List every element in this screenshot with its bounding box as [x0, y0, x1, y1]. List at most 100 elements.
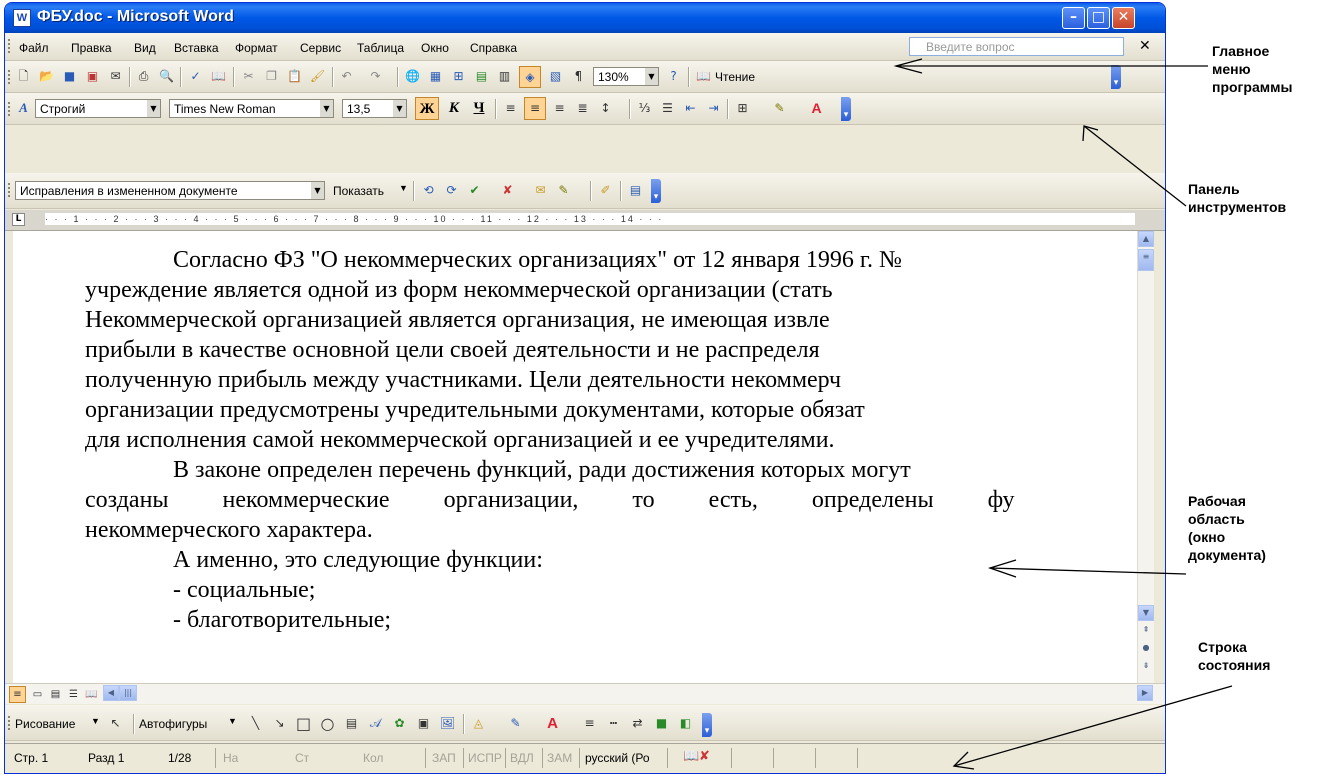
insert-excel-icon[interactable]: ▤	[473, 68, 490, 85]
justify-icon[interactable]: ≣	[574, 100, 591, 117]
reading-icon[interactable]: 📖	[695, 68, 712, 85]
standard-toolbar-grip[interactable]	[8, 70, 13, 84]
font-select[interactable]: Times New Roman ▼	[169, 99, 334, 118]
drawing-font-color-icon[interactable]: A	[544, 715, 561, 732]
horizontal-scrollbar[interactable]: ≡ ▭ ▤ ☰ 📖 ◀ ||| ▶	[5, 683, 1165, 704]
cut-icon[interactable]: ✂	[240, 68, 257, 85]
menu-help[interactable]: Справка	[470, 41, 517, 55]
diagram-icon[interactable]: ✿	[391, 715, 408, 732]
save-icon[interactable]: ■	[61, 68, 78, 85]
bold-button[interactable]: Ж	[415, 97, 439, 120]
reject-change-icon[interactable]: ✘	[499, 182, 516, 199]
previous-page-button[interactable]: ⇞	[1138, 623, 1154, 639]
insert-comment-icon[interactable]: ✉	[532, 182, 549, 199]
hyperlink-icon[interactable]: 🌐	[404, 68, 421, 85]
track-changes-icon[interactable]: ✐	[597, 182, 614, 199]
chevron-down-icon[interactable]: ▼	[645, 68, 658, 85]
highlight-icon[interactable]: ✎	[771, 100, 788, 117]
help-icon[interactable]: ?	[665, 68, 682, 85]
underline-button[interactable]: Ч	[468, 97, 490, 120]
menu-window[interactable]: Окно	[421, 41, 449, 55]
reviewing-pane-icon[interactable]: ▤	[627, 182, 644, 199]
toolbar-options-chevron[interactable]: ▾	[1111, 65, 1121, 89]
spelling-icon[interactable]: ✓	[187, 68, 204, 85]
close-button[interactable]: ✕	[1112, 7, 1135, 29]
horizontal-ruler[interactable]: L · · · 1 · · · 2 · · · 3 · · · 4 · · · …	[5, 210, 1165, 231]
line-style-icon[interactable]: ≡	[581, 715, 598, 732]
new-document-icon[interactable]: 🗋	[15, 68, 32, 85]
arrow-style-icon[interactable]: ⇄	[629, 715, 646, 732]
tab-selector[interactable]: L	[12, 213, 25, 226]
arrow-icon[interactable]: ↘	[271, 715, 288, 732]
chevron-down-icon[interactable]: ▼	[147, 100, 160, 117]
bullets-icon[interactable]: ☰	[659, 100, 676, 117]
reading-button[interactable]: Чтение	[715, 70, 755, 84]
normal-view-icon[interactable]: ≡	[9, 686, 26, 703]
hscroll-thumb[interactable]: |||	[119, 685, 137, 701]
scroll-right-button[interactable]: ▶	[1137, 685, 1153, 701]
outline-view-icon[interactable]: ☰	[65, 686, 82, 703]
open-icon[interactable]: 📂	[38, 68, 55, 85]
clipart-icon[interactable]: ▣	[415, 715, 432, 732]
insert-table-icon[interactable]: ⊞	[450, 68, 467, 85]
rectangle-icon[interactable]: □	[295, 715, 312, 732]
chevron-down-icon[interactable]: ▼	[399, 183, 408, 193]
spelling-status-icon[interactable]: 📖	[683, 749, 699, 764]
chevron-down-icon[interactable]: ▼	[228, 716, 237, 726]
styles-pane-icon[interactable]: A	[15, 100, 32, 117]
columns-icon[interactable]: ▥	[496, 68, 513, 85]
permission-icon[interactable]: ▣	[84, 68, 101, 85]
menu-edit[interactable]: Правка	[71, 41, 112, 55]
italic-button[interactable]: К	[443, 97, 465, 120]
copy-icon[interactable]: ❐	[263, 68, 280, 85]
paste-icon[interactable]: 📋	[286, 68, 303, 85]
close-document-icon[interactable]: ✕	[1139, 38, 1151, 54]
document-map-icon[interactable]: ▧	[547, 68, 564, 85]
display-for-review-select[interactable]: Исправления в измененном документе ▼	[15, 181, 325, 200]
chevron-down-icon[interactable]: ▼	[311, 182, 324, 199]
question-input[interactable]: Введите вопрос	[909, 37, 1124, 56]
maximize-button[interactable]: □	[1087, 7, 1110, 29]
dash-style-icon[interactable]: ┅	[605, 715, 622, 732]
increase-indent-icon[interactable]: ⇥	[705, 100, 722, 117]
select-objects-icon[interactable]: ↖	[107, 715, 124, 732]
show-hide-icon[interactable]: ¶	[570, 68, 587, 85]
text-box-icon[interactable]: ▤	[343, 715, 360, 732]
line-color-icon[interactable]: ✎	[507, 715, 524, 732]
line-icon[interactable]: ╲	[247, 715, 264, 732]
status-ext[interactable]: ВДЛ	[510, 751, 534, 765]
chevron-down-icon[interactable]: ▼	[320, 100, 333, 117]
fill-color-icon[interactable]: ◬	[470, 715, 487, 732]
scroll-left-button[interactable]: ◀	[103, 685, 119, 701]
menu-grip[interactable]	[8, 39, 13, 53]
menu-view[interactable]: Вид	[134, 41, 156, 55]
next-page-button[interactable]: ⇟	[1138, 659, 1154, 675]
shadow-style-icon[interactable]: ■	[653, 715, 670, 732]
decrease-indent-icon[interactable]: ⇤	[682, 100, 699, 117]
web-view-icon[interactable]: ▭	[29, 686, 46, 703]
show-button[interactable]: Показать	[333, 184, 384, 198]
align-left-icon[interactable]: ≡	[502, 100, 519, 117]
scroll-down-button[interactable]: ▼	[1138, 605, 1154, 621]
chevron-down-icon[interactable]: ▼	[91, 716, 100, 726]
formatting-options-chevron[interactable]: ▾	[841, 97, 851, 121]
chevron-down-icon[interactable]: ▼	[393, 100, 406, 117]
borders-icon[interactable]: ⊞	[734, 100, 751, 117]
email-icon[interactable]: ✉	[107, 68, 124, 85]
formatting-toolbar-grip[interactable]	[8, 102, 13, 116]
autoshapes-button[interactable]: Автофигуры	[139, 717, 207, 731]
accept-change-icon[interactable]: ✔	[466, 182, 483, 199]
drawing-options-chevron[interactable]: ▾	[702, 713, 712, 737]
reading-view-icon[interactable]: 📖	[83, 686, 100, 703]
status-trk[interactable]: ИСПР	[468, 751, 502, 765]
menu-file[interactable]: Файл	[19, 41, 49, 55]
undo-icon[interactable]: ↶	[338, 68, 355, 85]
reviewing-toolbar-grip[interactable]	[8, 183, 13, 197]
menu-tools[interactable]: Сервис	[300, 41, 341, 55]
menu-format[interactable]: Формат	[235, 41, 278, 55]
style-select[interactable]: Строгий ▼	[35, 99, 161, 118]
menu-insert[interactable]: Вставка	[174, 41, 219, 55]
font-color-icon[interactable]: A	[808, 100, 825, 117]
reviewing-options-chevron[interactable]: ▾	[651, 179, 661, 203]
align-right-icon[interactable]: ≡	[551, 100, 568, 117]
